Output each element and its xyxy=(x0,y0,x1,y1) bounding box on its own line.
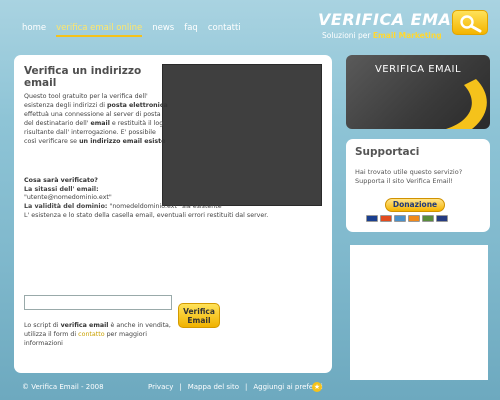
email-input[interactable] xyxy=(24,295,172,310)
existence-text: L' esistenza e lo stato della casella em… xyxy=(24,211,269,219)
support-title: Supportaci xyxy=(355,146,420,158)
footer-separator: | xyxy=(179,383,182,391)
intro-bold-2: email xyxy=(90,120,110,127)
nav-home[interactable]: home xyxy=(22,23,46,37)
logo-subtitle-prefix: Soluzioni per xyxy=(322,31,373,40)
support-text: Hai trovato utile questo servizio? Suppo… xyxy=(355,168,463,185)
syntax-value: "utente@nomedominio.ext" xyxy=(24,194,112,202)
footer-links: Privacy | Mappa del sito | Aggiungi ai p… xyxy=(148,383,323,391)
site-logo[interactable]: VERIFICA EMAIL Soluzioni per Email Marke… xyxy=(318,10,490,42)
discover-card-icon xyxy=(408,215,420,222)
logo-subtitle: Soluzioni per Email Marketing xyxy=(322,31,442,40)
sale-footnote: Lo script di verifica email è anche in v… xyxy=(24,321,174,348)
verify-email-button[interactable]: Verifica Email xyxy=(178,303,220,328)
logo-title: VERIFICA EMAIL xyxy=(318,10,469,29)
paypal-card-icon xyxy=(436,215,448,222)
amex-card-icon xyxy=(394,215,406,222)
main-panel: Verifica un indirizzo email Questo tool … xyxy=(14,55,332,373)
nav-news[interactable]: news xyxy=(152,23,174,37)
footer-copyright: © Verifica Email - 2008 xyxy=(22,383,104,391)
footnote-part-1: Lo script di xyxy=(24,322,61,329)
domain-value: "nomedeldominio.ext" sia esistente xyxy=(107,203,222,211)
intro-part-4: . xyxy=(165,138,168,145)
syntax-label: La sitassi dell' email: xyxy=(24,185,99,193)
support-box: Supportaci Hai trovato utile questo serv… xyxy=(346,139,490,232)
ad-placeholder xyxy=(350,245,488,380)
intro-text: Questo tool gratuito per la verifica del… xyxy=(24,92,169,146)
verification-details: Cosa sarà verificato? La sitassi dell' e… xyxy=(24,177,324,221)
footer-link-privacy[interactable]: Privacy xyxy=(148,383,173,391)
details-question: Cosa sarà verificato? xyxy=(24,177,98,184)
nav-verifica-email-online[interactable]: verifica email online xyxy=(56,23,143,37)
domain-label: La validità del dominio: xyxy=(24,203,108,211)
star-icon[interactable]: ★ xyxy=(312,382,322,392)
payment-cards xyxy=(366,215,450,222)
promo-banner[interactable]: VERIFICA EMAIL xyxy=(346,55,490,129)
contact-link[interactable]: contatto xyxy=(78,331,104,338)
page-title: Verifica un indirizzo email xyxy=(24,65,142,89)
bank-card-icon xyxy=(422,215,434,222)
mastercard-icon xyxy=(380,215,392,222)
magnifier-icon xyxy=(452,10,488,35)
nav-contatti[interactable]: contatti xyxy=(208,23,241,37)
footer-separator: | xyxy=(245,383,248,391)
promo-title: VERIFICA EMAIL xyxy=(374,64,462,75)
donate-button[interactable]: Donazione xyxy=(385,198,445,212)
nav-faq[interactable]: faq xyxy=(184,23,198,37)
visa-card-icon xyxy=(366,215,378,222)
top-nav: home verifica email online news faq cont… xyxy=(22,23,251,37)
logo-subtitle-highlight: Email Marketing xyxy=(372,31,442,40)
footer-link-sitemap[interactable]: Mappa del sito xyxy=(188,383,239,391)
footnote-bold: verifica email xyxy=(60,322,109,329)
intro-bold-3: un indirizzo email esiste xyxy=(79,138,166,145)
intro-bold-1: posta elettronica xyxy=(107,102,168,109)
